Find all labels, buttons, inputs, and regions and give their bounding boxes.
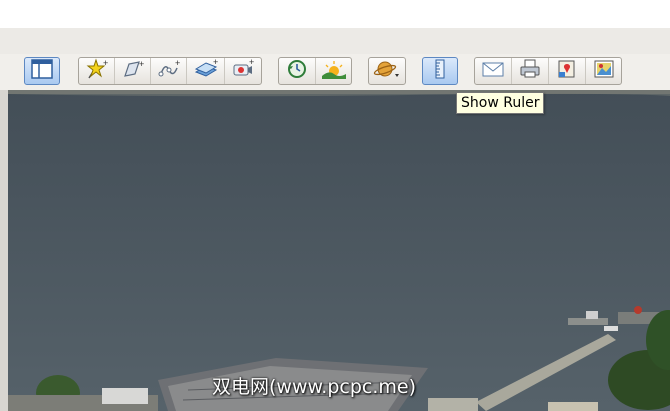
add-polygon-button[interactable]: + <box>115 58 151 84</box>
view-in-maps-button[interactable] <box>549 58 586 84</box>
path-icon: + <box>157 58 181 85</box>
image-overlay-icon: + <box>193 57 219 85</box>
view-tools-group <box>278 57 352 85</box>
svg-text:+: + <box>175 58 180 68</box>
svg-text:+: + <box>249 58 254 67</box>
switch-planet-button[interactable] <box>368 57 406 85</box>
aerial-imagery <box>8 90 670 411</box>
sidebar-icon <box>31 58 53 84</box>
menu-bar <box>0 28 670 55</box>
ruler-icon <box>429 58 451 85</box>
svg-text:+: + <box>103 58 108 68</box>
planet-icon <box>373 58 401 85</box>
add-image-overlay-button[interactable]: + <box>187 57 225 85</box>
sunlight-icon <box>321 58 347 85</box>
printer-icon <box>518 58 542 85</box>
earth-view[interactable] <box>8 90 670 411</box>
historical-clock-icon <box>285 58 309 85</box>
maps-icon <box>555 58 579 85</box>
record-tour-button[interactable]: + <box>225 57 261 85</box>
show-ruler-button[interactable] <box>422 57 458 85</box>
show-ruler-tooltip: Show Ruler <box>456 92 545 114</box>
add-tools-group: + + + + + <box>78 57 262 85</box>
svg-text:+: + <box>213 58 218 67</box>
add-path-button[interactable]: + <box>151 58 187 84</box>
email-button[interactable] <box>475 58 512 84</box>
sunlight-button[interactable] <box>316 58 352 84</box>
add-placemark-button[interactable]: + <box>79 58 115 84</box>
polygon-icon: + <box>121 58 145 85</box>
title-area <box>0 0 670 28</box>
watermark-text: 双电网(www.pcpc.me) <box>212 376 416 398</box>
sidebar-toggle-button[interactable] <box>24 57 60 85</box>
svg-text:+: + <box>139 59 144 69</box>
save-image-icon <box>592 58 616 85</box>
placemark-pin-icon: + <box>85 58 109 85</box>
toolbar: + + + + + <box>0 54 670 91</box>
print-button[interactable] <box>512 58 549 84</box>
save-image-button[interactable] <box>586 58 622 84</box>
envelope-icon <box>481 58 505 85</box>
historical-imagery-button[interactable] <box>279 58 316 84</box>
record-tour-icon: + <box>231 57 255 85</box>
share-tools-group <box>474 57 622 85</box>
